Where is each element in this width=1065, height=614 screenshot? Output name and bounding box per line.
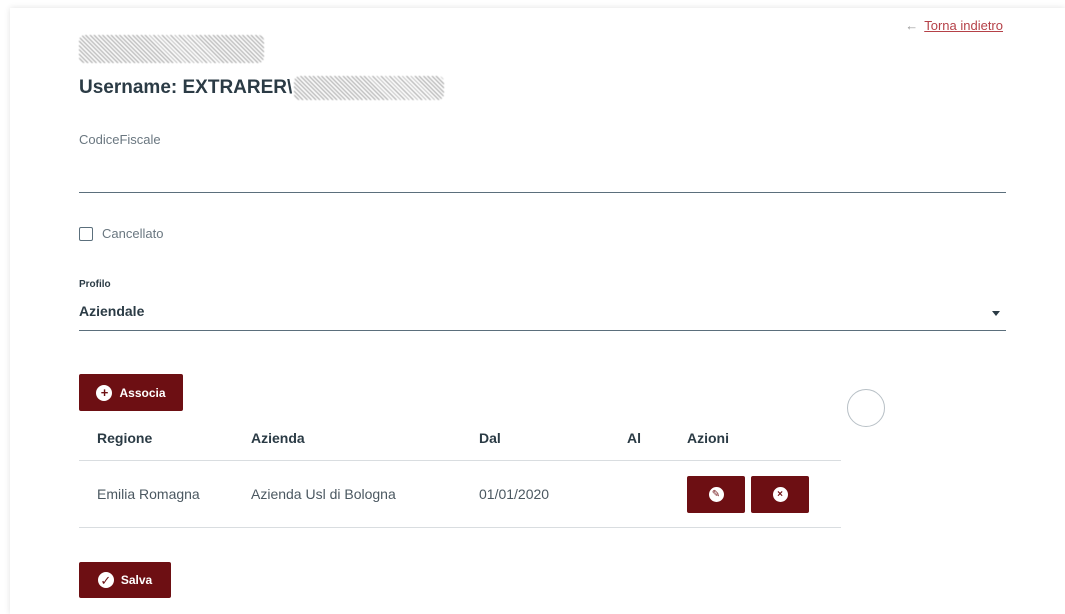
- profilo-select-value: Aziendale: [79, 303, 145, 319]
- associa-button-label: Associa: [119, 385, 166, 400]
- col-regione: Regione: [79, 416, 251, 461]
- table-row: Emilia Romagna Azienda Usl di Bologna 01…: [79, 460, 841, 528]
- close-circle-icon: ×: [772, 486, 788, 502]
- loading-ring: [847, 389, 885, 427]
- cell-al: [627, 460, 687, 528]
- check-circle-icon: ✓: [97, 572, 114, 588]
- profilo-label: Profilo: [79, 279, 111, 290]
- username-label: Username: EXTRARER\: [79, 77, 293, 99]
- profilo-select[interactable]: Aziendale: [79, 300, 1006, 331]
- arrow-left-icon: ←: [905, 18, 919, 33]
- codice-fiscale-label: CodiceFiscale: [79, 132, 161, 147]
- cell-azioni: ✎ ×: [687, 460, 841, 528]
- redacted-name: [79, 35, 264, 63]
- col-azioni: Azioni: [687, 416, 841, 461]
- cell-azienda: Azienda Usl di Bologna: [251, 460, 479, 528]
- page-title: Username: EXTRARER\: [79, 76, 445, 100]
- codice-fiscale-input[interactable]: [79, 150, 1006, 193]
- cancellato-row[interactable]: Cancellato: [79, 226, 163, 241]
- back-link[interactable]: ← Torna indietro: [905, 18, 1003, 33]
- col-al: Al: [627, 416, 687, 461]
- col-dal: Dal: [479, 416, 627, 461]
- edit-button[interactable]: ✎: [687, 475, 745, 513]
- salva-button-label: Salva: [120, 573, 153, 587]
- associa-button[interactable]: + Associa: [79, 374, 183, 411]
- cancellato-label: Cancellato: [102, 226, 164, 241]
- redacted-username: [294, 76, 445, 100]
- caret-down-icon: [992, 311, 1000, 316]
- cancellato-checkbox[interactable]: [79, 226, 93, 241]
- associazioni-table: Regione Azienda Dal Al Azioni Emilia Rom…: [79, 416, 841, 528]
- salva-button[interactable]: ✓ Salva: [79, 562, 171, 598]
- cell-regione: Emilia Romagna: [79, 460, 251, 528]
- delete-button[interactable]: ×: [751, 475, 809, 513]
- cell-dal: 01/01/2020: [479, 460, 627, 528]
- table-header-row: Regione Azienda Dal Al Azioni: [79, 416, 841, 461]
- col-azienda: Azienda: [251, 416, 479, 461]
- back-link-label: Torna indietro: [924, 18, 1003, 33]
- plus-circle-icon: +: [96, 384, 113, 401]
- pencil-icon: ✎: [708, 486, 724, 502]
